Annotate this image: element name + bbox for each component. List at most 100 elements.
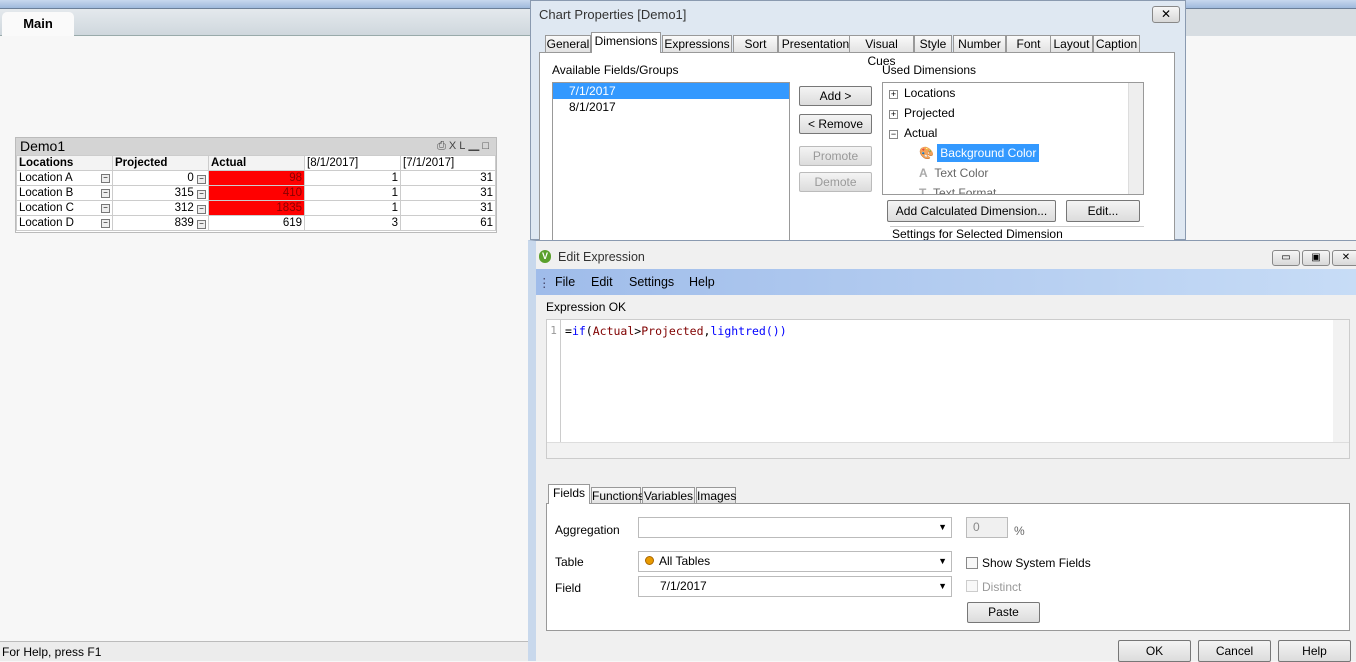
- collapse-icon[interactable]: −: [101, 204, 110, 213]
- cell-actual[interactable]: 1835: [208, 200, 305, 216]
- cell-jul[interactable]: 61: [400, 215, 496, 231]
- table-object-demo1[interactable]: Demo1 ⎙XL▁□ Locations Projected Actual […: [15, 137, 497, 233]
- cell-projected[interactable]: 0 −: [112, 170, 209, 186]
- tab-variables[interactable]: Variables: [642, 487, 695, 504]
- tab-caption[interactable]: Caption: [1093, 35, 1140, 53]
- menu-file[interactable]: File: [555, 275, 575, 289]
- cell-actual[interactable]: 410: [208, 185, 305, 201]
- horizontal-scrollbar[interactable]: [547, 442, 1349, 458]
- collapse-icon[interactable]: −: [101, 189, 110, 198]
- collapse-icon[interactable]: −: [101, 174, 110, 183]
- tree-item-projected[interactable]: + Projected: [883, 103, 1143, 123]
- expand-icon[interactable]: +: [889, 110, 898, 119]
- tab-visual-cues[interactable]: Visual Cues: [849, 35, 914, 68]
- collapse-icon[interactable]: −: [197, 175, 206, 184]
- menu-help[interactable]: Help: [689, 275, 715, 289]
- menu-settings[interactable]: Settings: [629, 275, 674, 289]
- menu-bar: ⋮ File Edit Settings Help: [536, 269, 1356, 295]
- cell-location[interactable]: Location D −: [16, 215, 113, 231]
- expression-code[interactable]: =if(Actual>Projected,lightred()): [565, 324, 787, 338]
- cell-projected[interactable]: 839 −: [112, 215, 209, 231]
- add-calculated-dimension-button[interactable]: Add Calculated Dimension...: [887, 200, 1056, 222]
- tab-expressions[interactable]: Expressions: [662, 35, 732, 53]
- header-projected[interactable]: Projected: [112, 155, 209, 171]
- minimize-button[interactable]: ▭: [1272, 250, 1300, 266]
- close-button[interactable]: ✕: [1332, 250, 1356, 266]
- vertical-scrollbar[interactable]: [1333, 320, 1349, 442]
- tree-item-actual[interactable]: − Actual: [883, 123, 1143, 143]
- aggregation-select[interactable]: ▼: [638, 517, 952, 538]
- cell-actual[interactable]: 98: [208, 170, 305, 186]
- expression-editor[interactable]: 1 =if(Actual>Projected,lightred()): [546, 319, 1350, 459]
- cell-projected[interactable]: 312 −: [112, 200, 209, 216]
- tree-item-background-color[interactable]: 🎨 Background Color: [883, 143, 1143, 163]
- fields-panel: Aggregation ▼ 0 % Table All Tables ▼ Show…: [546, 503, 1350, 631]
- cell-jul[interactable]: 31: [400, 170, 496, 186]
- show-system-fields-checkbox[interactable]: [966, 557, 978, 569]
- tab-presentation[interactable]: Presentation: [778, 35, 853, 53]
- table-row: Location A − 0 − 98 1 31: [16, 170, 496, 186]
- percent-input[interactable]: 0: [966, 517, 1008, 538]
- tree-item-text-color[interactable]: A Text Color: [883, 163, 1143, 183]
- cell-location[interactable]: Location A −: [16, 170, 113, 186]
- cell-aug[interactable]: 3: [304, 215, 401, 231]
- header-aug[interactable]: [8/1/2017]: [304, 155, 401, 171]
- print-icon[interactable]: ⎙: [437, 140, 449, 152]
- cell-aug[interactable]: 1: [304, 200, 401, 216]
- cell-actual[interactable]: 619: [208, 215, 305, 231]
- header-jul[interactable]: [7/1/2017]: [400, 155, 496, 171]
- collapse-icon[interactable]: −: [889, 130, 898, 139]
- collapse-icon[interactable]: −: [197, 190, 206, 199]
- collapse-icon[interactable]: −: [197, 205, 206, 214]
- ok-button[interactable]: OK: [1118, 640, 1191, 662]
- cancel-button[interactable]: Cancel: [1198, 640, 1271, 662]
- tree-item-text-format[interactable]: T Text Format: [883, 183, 1143, 194]
- used-dimensions-tree[interactable]: + Locations + Projected − Actual 🎨 Backgrou…: [882, 82, 1144, 195]
- tab-sort[interactable]: Sort: [733, 35, 778, 53]
- tab-dimensions[interactable]: Dimensions: [591, 32, 661, 53]
- tab-fields[interactable]: Fields: [548, 484, 590, 504]
- xl-icon[interactable]: XL: [449, 140, 468, 152]
- close-button[interactable]: ✕: [1152, 6, 1180, 23]
- tab-general[interactable]: General: [545, 35, 591, 53]
- tab-style[interactable]: Style: [914, 35, 952, 53]
- list-item[interactable]: 7/1/2017: [553, 83, 789, 99]
- collapse-icon[interactable]: −: [101, 219, 110, 228]
- table-select[interactable]: All Tables ▼: [638, 551, 952, 572]
- header-actual[interactable]: Actual: [208, 155, 305, 171]
- menu-edit[interactable]: Edit: [591, 275, 613, 289]
- restore-button[interactable]: ▣: [1302, 250, 1330, 266]
- expand-icon[interactable]: +: [889, 90, 898, 99]
- list-item[interactable]: 8/1/2017: [553, 99, 789, 115]
- edit-button[interactable]: Edit...: [1066, 200, 1140, 222]
- cell-location[interactable]: Location C −: [16, 200, 113, 216]
- status-bar: For Help, press F1: [0, 641, 530, 661]
- demote-button[interactable]: Demote: [799, 172, 872, 192]
- available-fields-list[interactable]: 7/1/2017 8/1/2017: [552, 82, 790, 242]
- distinct-checkbox[interactable]: [966, 580, 978, 592]
- add-button[interactable]: Add >: [799, 86, 872, 106]
- field-select[interactable]: 7/1/2017 ▼: [638, 576, 952, 597]
- tree-item-locations[interactable]: + Locations: [883, 83, 1143, 103]
- paste-button[interactable]: Paste: [967, 602, 1040, 623]
- help-button[interactable]: Help: [1278, 640, 1351, 662]
- tab-functions[interactable]: Functions: [591, 487, 644, 504]
- maximize-icon[interactable]: □: [482, 140, 492, 152]
- collapse-icon[interactable]: −: [197, 220, 206, 229]
- scrollbar[interactable]: [1128, 83, 1143, 194]
- minimize-icon[interactable]: ▁: [468, 140, 482, 152]
- tab-number[interactable]: Number: [953, 35, 1006, 53]
- cell-aug[interactable]: 1: [304, 170, 401, 186]
- remove-button[interactable]: < Remove: [799, 114, 872, 134]
- cell-aug[interactable]: 1: [304, 185, 401, 201]
- cell-projected[interactable]: 315 −: [112, 185, 209, 201]
- cell-location[interactable]: Location B −: [16, 185, 113, 201]
- cell-jul[interactable]: 31: [400, 185, 496, 201]
- tab-images[interactable]: Images: [696, 487, 736, 504]
- tab-font[interactable]: Font: [1006, 35, 1051, 53]
- cell-jul[interactable]: 31: [400, 200, 496, 216]
- header-locations[interactable]: Locations: [16, 155, 113, 171]
- tab-layout[interactable]: Layout: [1050, 35, 1093, 53]
- tab-main[interactable]: Main: [2, 12, 74, 36]
- promote-button[interactable]: Promote: [799, 146, 872, 166]
